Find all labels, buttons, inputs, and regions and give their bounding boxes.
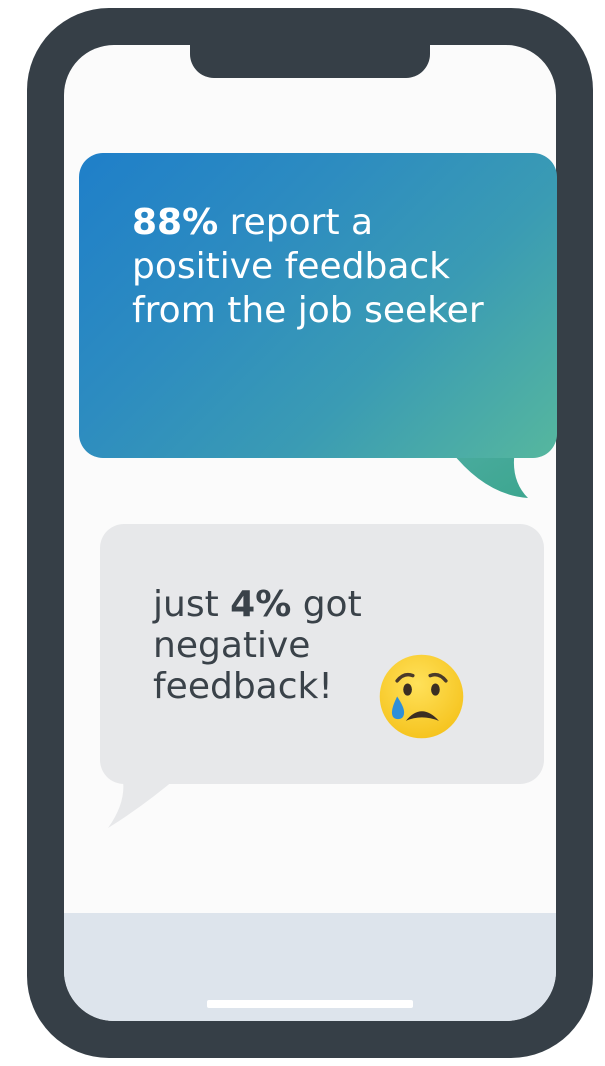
positive-feedback-bubble: 88% report a positive feedback from the …: [79, 153, 557, 458]
negative-feedback-text: just 4% got negative feedback!: [153, 584, 383, 707]
negative-feedback-percent: 4%: [230, 584, 292, 625]
positive-feedback-text: 88% report a positive feedback from the …: [132, 201, 492, 333]
phone-notch: [190, 45, 430, 78]
positive-feedback-percent: 88%: [132, 202, 219, 243]
negative-feedback-bubble: just 4% got negative feedback!: [100, 524, 544, 784]
crying-face-icon: [379, 654, 464, 739]
negative-feedback-prefix: just: [153, 584, 231, 625]
home-indicator[interactable]: [207, 1000, 413, 1008]
